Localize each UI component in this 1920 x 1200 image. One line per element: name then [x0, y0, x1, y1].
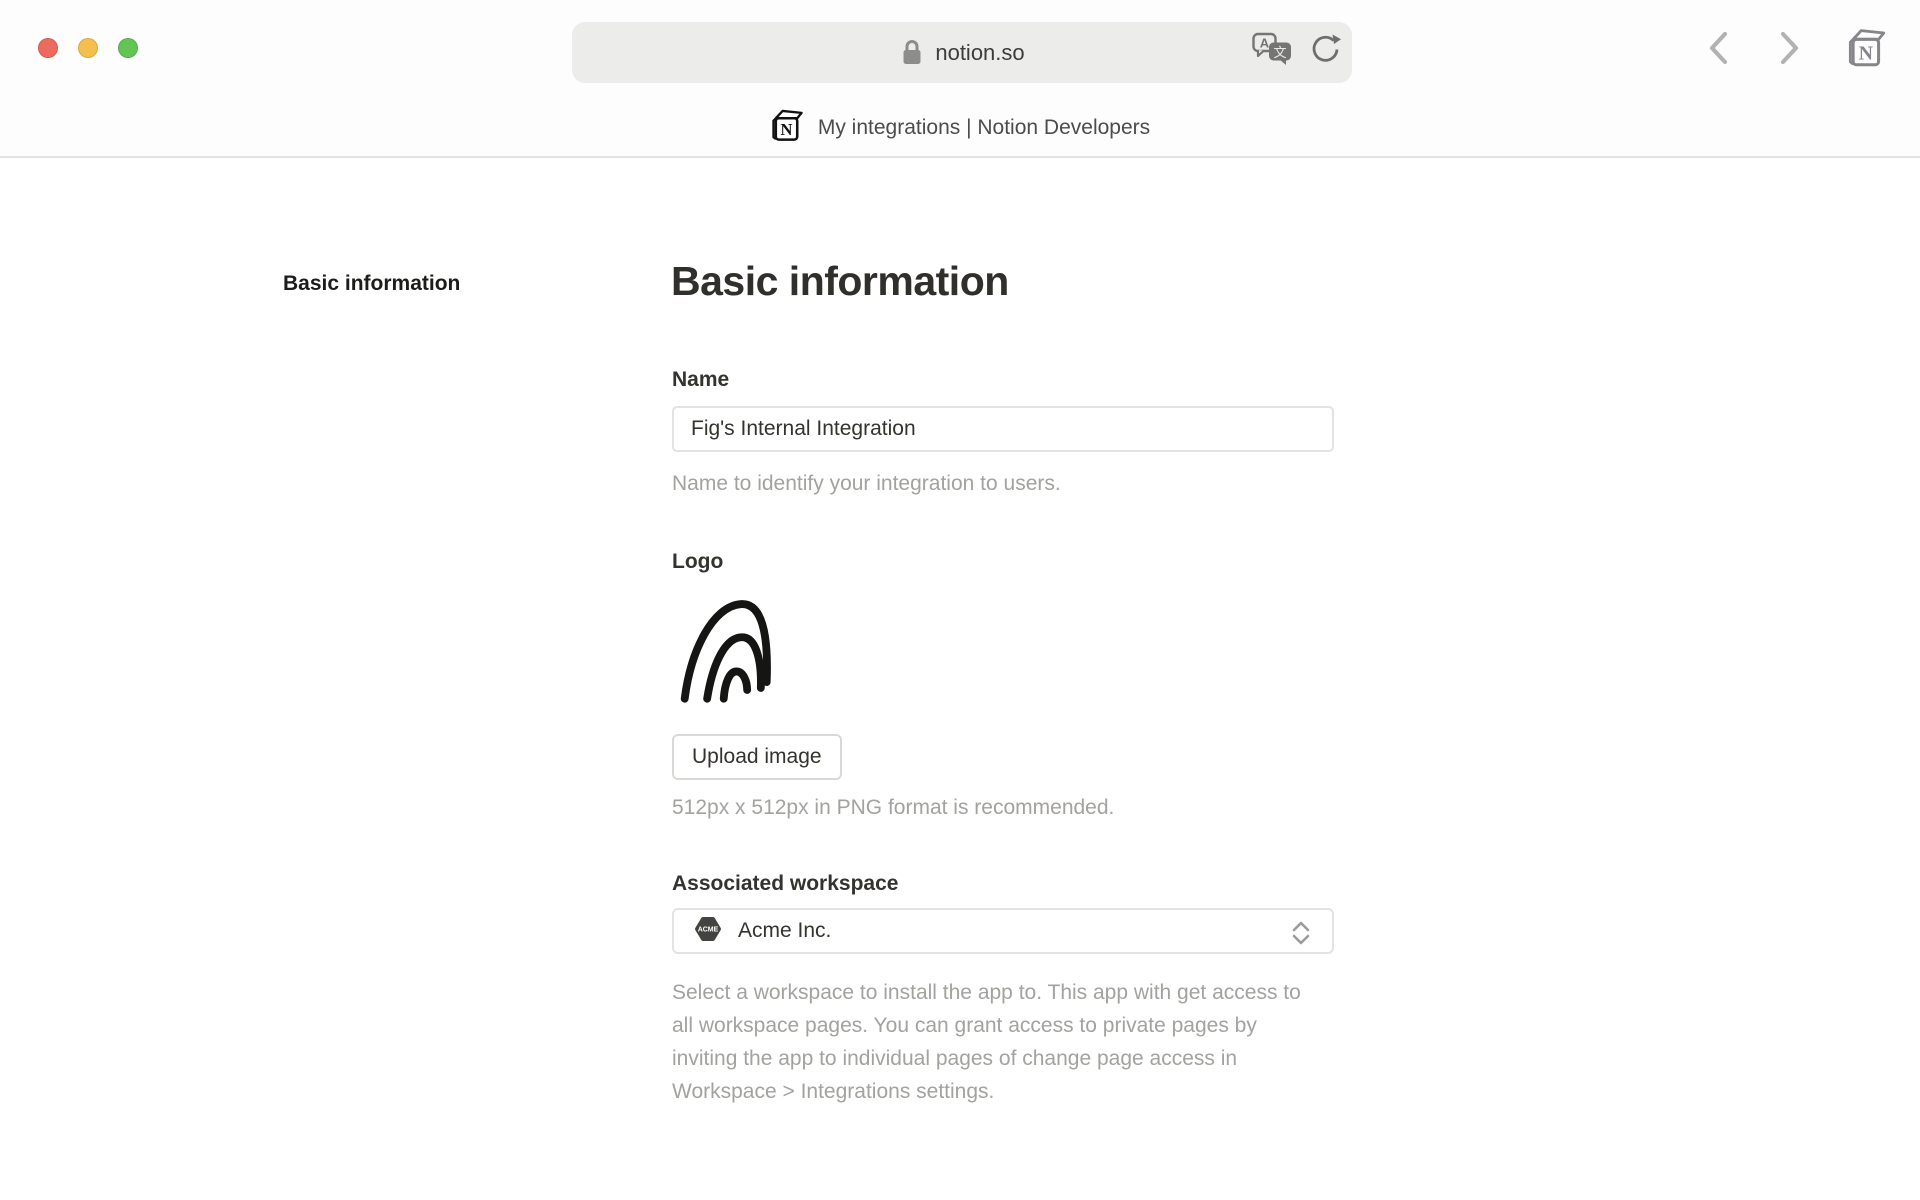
svg-text:N: N — [780, 120, 792, 139]
url-text: notion.so — [935, 40, 1024, 66]
notion-favicon: N — [770, 107, 805, 149]
minimize-window-button[interactable] — [78, 38, 98, 58]
lock-icon — [899, 38, 925, 68]
name-input[interactable] — [672, 406, 1334, 452]
browser-chrome: notion.so A 文 — [0, 0, 1920, 158]
svg-text:ACME: ACME — [698, 926, 719, 933]
svg-text:文: 文 — [1273, 45, 1286, 60]
close-window-button[interactable] — [38, 38, 58, 58]
window-controls — [38, 38, 138, 58]
forward-icon[interactable] — [1772, 30, 1806, 66]
back-icon[interactable] — [1702, 30, 1736, 66]
integration-settings-page: Basic information Basic information Name… — [0, 160, 1920, 1200]
reload-icon[interactable] — [1308, 33, 1342, 72]
page-title: Basic information — [671, 258, 1009, 305]
workspace-badge-icon: ACME — [694, 915, 722, 948]
integration-logo-image — [672, 588, 794, 713]
workspace-select[interactable]: ACME Acme Inc. — [672, 908, 1334, 954]
tab-title: My integrations | Notion Developers — [818, 116, 1150, 140]
logo-label: Logo — [672, 550, 723, 574]
zoom-window-button[interactable] — [118, 38, 138, 58]
chevron-up-down-icon — [1290, 919, 1312, 952]
translate-icon[interactable]: A 文 — [1252, 31, 1294, 74]
upload-image-button[interactable]: Upload image — [672, 734, 842, 780]
name-label: Name — [672, 368, 729, 392]
name-help-text: Name to identify your integration to use… — [672, 472, 1061, 496]
associated-workspace-label: Associated workspace — [672, 872, 898, 896]
svg-text:N: N — [1859, 43, 1873, 65]
address-bar[interactable]: notion.so A 文 — [572, 22, 1352, 83]
workspace-selected-value: Acme Inc. — [738, 919, 831, 943]
workspace-help-text: Select a workspace to install the app to… — [672, 976, 1320, 1108]
tab-title-bar: N My integrations | Notion Developers — [0, 104, 1920, 152]
svg-text:A: A — [1260, 36, 1270, 51]
sidebar-item-basic-information[interactable]: Basic information — [283, 272, 460, 296]
logo-help-text: 512px x 512px in PNG format is recommend… — [672, 796, 1114, 820]
notion-app-icon[interactable]: N — [1846, 26, 1888, 75]
